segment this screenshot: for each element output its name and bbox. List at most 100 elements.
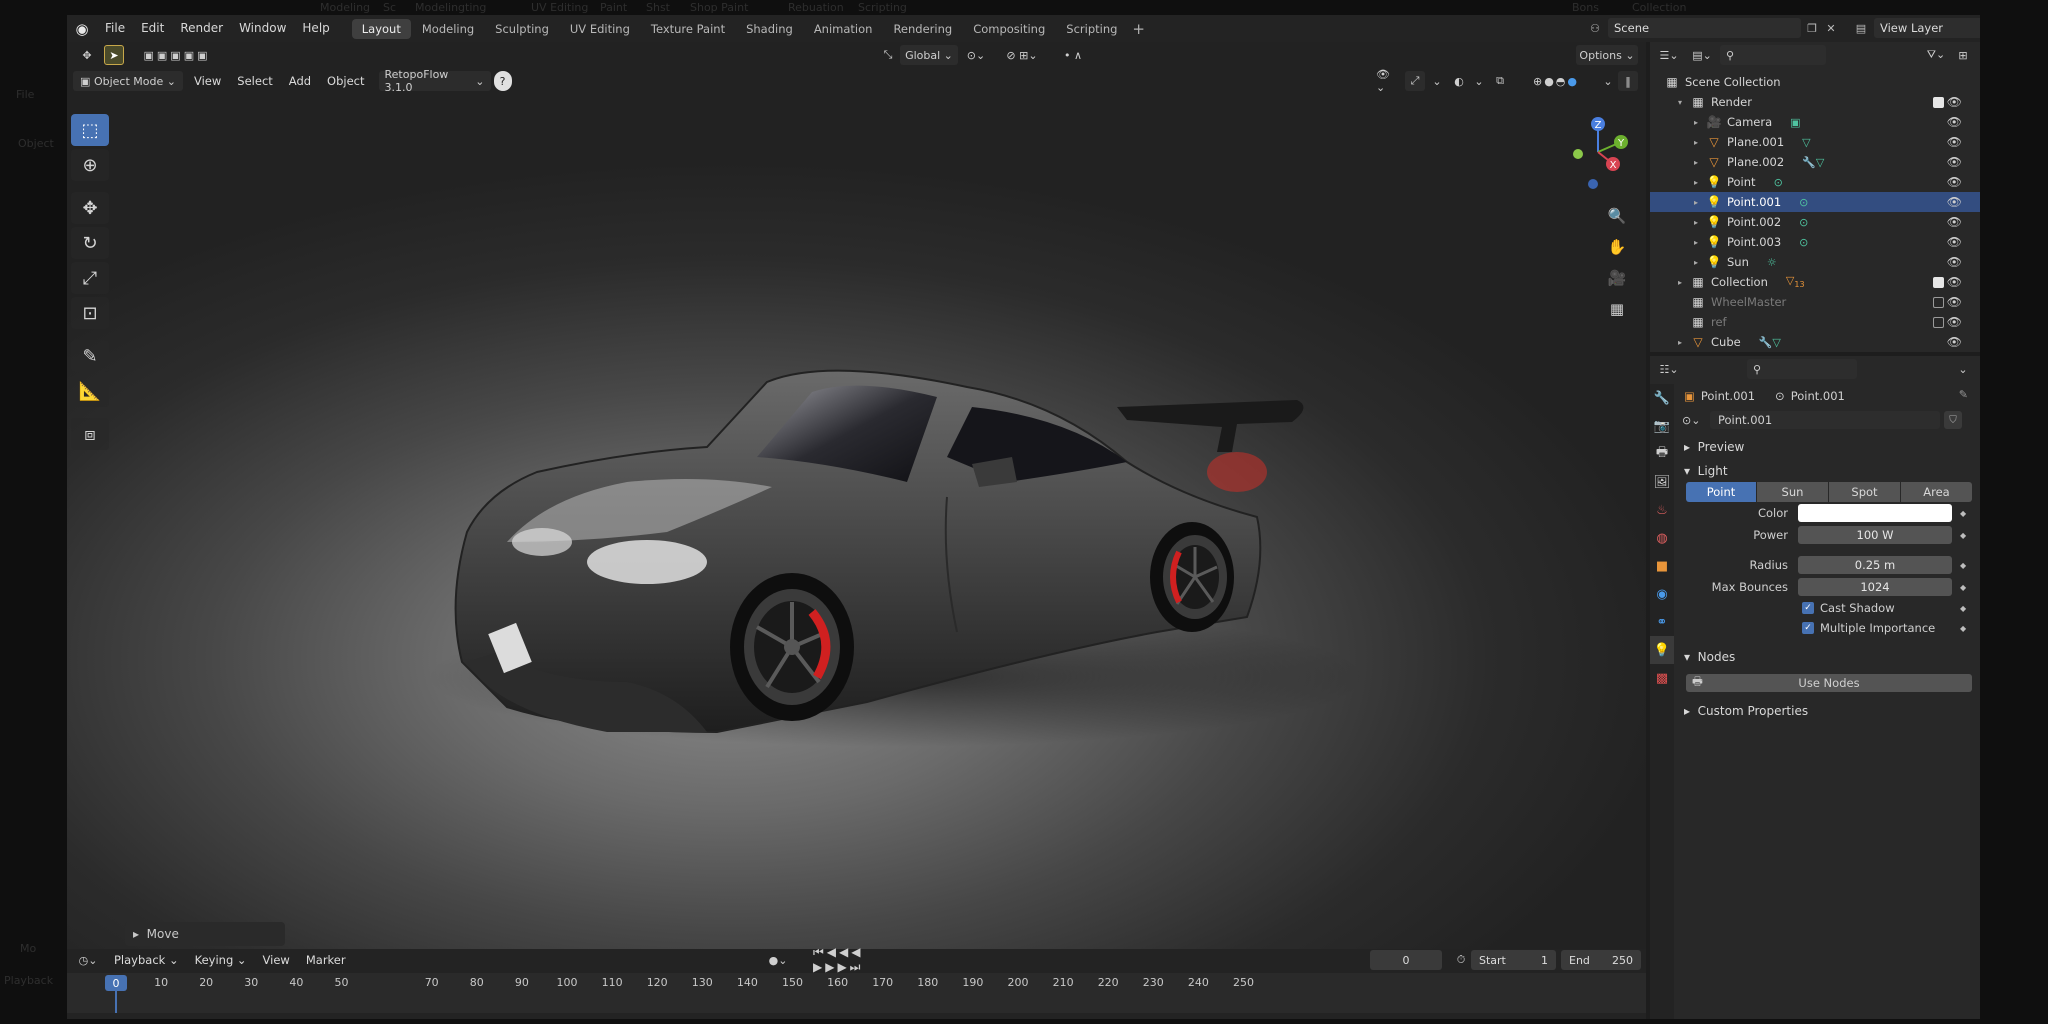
menu-playback[interactable]: Playback ⌄ xyxy=(106,953,187,967)
use-nodes-button[interactable]: 🖶 Use Nodes xyxy=(1686,674,1972,692)
radius-keyframe-icon[interactable]: ◆ xyxy=(1960,561,1966,570)
tab-layout[interactable]: Layout xyxy=(351,18,411,39)
output-tab-icon[interactable]: 🖶 xyxy=(1650,440,1674,468)
editor-type-icon[interactable]: ◷⌄ xyxy=(73,950,103,970)
pan-hand-icon[interactable]: ✋ xyxy=(1604,233,1630,261)
radius-field[interactable]: 0.25 m xyxy=(1798,556,1952,574)
expand-arrow-icon[interactable]: ▾ xyxy=(1678,98,1690,107)
light-datablock-field[interactable]: Point.001 xyxy=(1710,411,1940,429)
exclude-checkbox[interactable] xyxy=(1933,276,1944,288)
tab-sculpting[interactable]: Sculpting xyxy=(485,19,559,39)
toggle-sidebar-icon[interactable]: ‖ xyxy=(1618,71,1638,91)
visibility-eye-icon[interactable]: 👁 xyxy=(1947,95,1962,109)
cast-shadow-keyframe-icon[interactable]: ◆ xyxy=(1960,604,1966,613)
properties-editor-type-icon[interactable]: ☷⌄ xyxy=(1654,359,1684,379)
outliner-row[interactable]: ▸ 🎥 Camera ▣ 👁 xyxy=(1650,112,1980,132)
filter-icon[interactable]: ⛛⌄ xyxy=(1921,45,1951,65)
menu-render[interactable]: Render xyxy=(172,15,231,42)
add-workspace-icon[interactable]: + xyxy=(1132,20,1145,38)
menu-file[interactable]: File xyxy=(97,15,133,42)
light-data-tab-icon[interactable]: 💡 xyxy=(1650,636,1674,664)
start-frame-field[interactable]: Start 1 xyxy=(1471,950,1556,970)
nodes-section[interactable]: ▾ Nodes xyxy=(1678,646,1976,668)
menu-select[interactable]: Select xyxy=(229,74,280,88)
visibility-eye-icon[interactable]: 👁 xyxy=(1947,135,1962,149)
outliner-row[interactable]: ▸ ▽ Cube 🔧▽ 👁 xyxy=(1650,332,1980,352)
object-tab-icon[interactable]: ■ xyxy=(1650,552,1674,580)
scene-tab-icon[interactable]: ♨ xyxy=(1650,496,1674,524)
playhead[interactable]: 0 xyxy=(105,975,127,991)
move-tool-icon[interactable]: ✥ xyxy=(71,192,109,224)
outliner-row[interactable]: ▸ 💡 Point.003 ⊙ 👁 xyxy=(1650,232,1980,252)
add-cube-tool-icon[interactable]: ⧈ xyxy=(71,418,109,450)
expand-arrow-icon[interactable]: ▸ xyxy=(1694,118,1706,127)
color-swatch[interactable] xyxy=(1798,504,1952,522)
max-bounces-field[interactable]: 1024 xyxy=(1798,578,1952,596)
tab-uv-editing[interactable]: UV Editing xyxy=(560,19,640,39)
menu-view[interactable]: View xyxy=(186,74,229,88)
physics-tab-icon[interactable]: ◉ xyxy=(1650,580,1674,608)
properties-options-icon[interactable]: ⌄ xyxy=(1954,359,1972,379)
outliner-row[interactable]: ▸ ▽ Plane.002 🔧▽ 👁 xyxy=(1650,152,1980,172)
select-tool-icon[interactable]: ➤ xyxy=(104,45,124,65)
menu-add[interactable]: Add xyxy=(281,74,319,88)
outliner-row[interactable]: ▸ 💡 Point.001 ⊙ 👁 xyxy=(1650,192,1980,212)
preview-range-icon[interactable]: ⏱ xyxy=(1451,950,1471,970)
expand-arrow-icon[interactable]: ▸ xyxy=(1694,138,1706,147)
outliner-row[interactable]: ▸ 💡 Point ⊙ 👁 xyxy=(1650,172,1980,192)
gizmo-dropdown-icon[interactable]: ⌄ xyxy=(1428,71,1446,91)
multiple-importance-checkbox[interactable]: ✓ xyxy=(1802,622,1814,634)
tab-compositing[interactable]: Compositing xyxy=(963,19,1055,39)
rotate-tool-icon[interactable]: ↻ xyxy=(71,227,109,259)
overlay-dropdown-icon[interactable]: ⌄ xyxy=(1472,71,1486,91)
menu-object[interactable]: Object xyxy=(319,74,372,88)
mode-dropdown[interactable]: ▣ Object Mode ⌄ xyxy=(73,71,183,91)
selection-mode-icons[interactable]: ▣▣▣▣▣ xyxy=(137,45,217,65)
camera-view-icon[interactable]: 🎥 xyxy=(1604,264,1630,292)
shading-mode-icons[interactable]: ⊕●◓ ● xyxy=(1514,71,1598,91)
visibility-eye-icon[interactable]: 👁 xyxy=(1947,255,1962,269)
visibility-eye-icon[interactable]: 👁 xyxy=(1947,315,1962,329)
tab-modeling[interactable]: Modeling xyxy=(412,19,484,39)
pin-icon[interactable]: ✎ xyxy=(1959,388,1968,401)
outliner-editor-type-icon[interactable]: ☰⌄ xyxy=(1654,45,1684,65)
tab-texture-paint[interactable]: Texture Paint xyxy=(641,19,735,39)
exclude-checkbox[interactable] xyxy=(1933,316,1944,328)
snap-icons[interactable]: ⊘ ⊞⌄ xyxy=(994,45,1050,65)
menu-marker[interactable]: Marker xyxy=(298,953,354,967)
outliner-row[interactable]: ▸ ▽ Plane.001 ▽ 👁 xyxy=(1650,132,1980,152)
texture-tab-icon[interactable]: ▩ xyxy=(1650,664,1674,692)
measure-tool-icon[interactable]: 📐 xyxy=(71,375,109,407)
expand-arrow-icon[interactable]: ▸ xyxy=(1694,238,1706,247)
expand-arrow-icon[interactable]: ▸ xyxy=(1694,218,1706,227)
visibility-eye-icon[interactable]: 👁 xyxy=(1947,155,1962,169)
playback-controls[interactable]: ⏮◀◀◀ ▶▶▶⏭ xyxy=(807,945,919,974)
light-type-sun[interactable]: Sun xyxy=(1757,482,1828,502)
fake-user-icon[interactable]: ⛉ xyxy=(1944,411,1962,429)
render-tab-icon[interactable]: 📷 xyxy=(1650,412,1674,440)
outliner-row[interactable]: ▸ ▦ Collection ▽13 👁 xyxy=(1650,272,1980,292)
visibility-eye-icon[interactable]: 👁 xyxy=(1947,275,1962,289)
visibility-eye-icon[interactable]: 👁 xyxy=(1947,195,1962,209)
gizmo-toggle-icon[interactable]: ⤢ xyxy=(1405,71,1425,91)
xray-icon[interactable]: ⧉ xyxy=(1489,71,1511,91)
tab-animation[interactable]: Animation xyxy=(804,19,883,39)
light-type-spot[interactable]: Spot xyxy=(1829,482,1900,502)
outliner-search-input[interactable]: ⚲ xyxy=(1720,45,1826,65)
view-layer-icon[interactable]: ▤ xyxy=(1852,19,1870,37)
outliner-row[interactable]: ▸ 💡 Point.002 ⊙ 👁 xyxy=(1650,212,1980,232)
menu-keying[interactable]: Keying ⌄ xyxy=(187,953,255,967)
end-frame-field[interactable]: End 250 xyxy=(1561,950,1641,970)
outliner-row[interactable]: ▦ ref 👁 xyxy=(1650,312,1980,332)
tool-tab-icon[interactable]: 🔧 xyxy=(1650,384,1674,412)
transform-tool-icon[interactable]: ⊡ xyxy=(71,297,109,329)
auto-keying-icon[interactable]: ●⌄ xyxy=(764,950,792,970)
light-type-area[interactable]: Area xyxy=(1901,482,1972,502)
custom-properties-section[interactable]: ▸ Custom Properties xyxy=(1678,700,1976,722)
new-scene-icon[interactable]: ❐ xyxy=(1803,19,1821,37)
preview-section[interactable]: ▸ Preview xyxy=(1678,436,1976,458)
view-layer-field[interactable]: View Layer xyxy=(1874,18,1980,38)
shading-dropdown-icon[interactable]: ⌄ xyxy=(1601,71,1615,91)
tab-scripting[interactable]: Scripting xyxy=(1056,19,1127,39)
tab-shading[interactable]: Shading xyxy=(736,19,803,39)
